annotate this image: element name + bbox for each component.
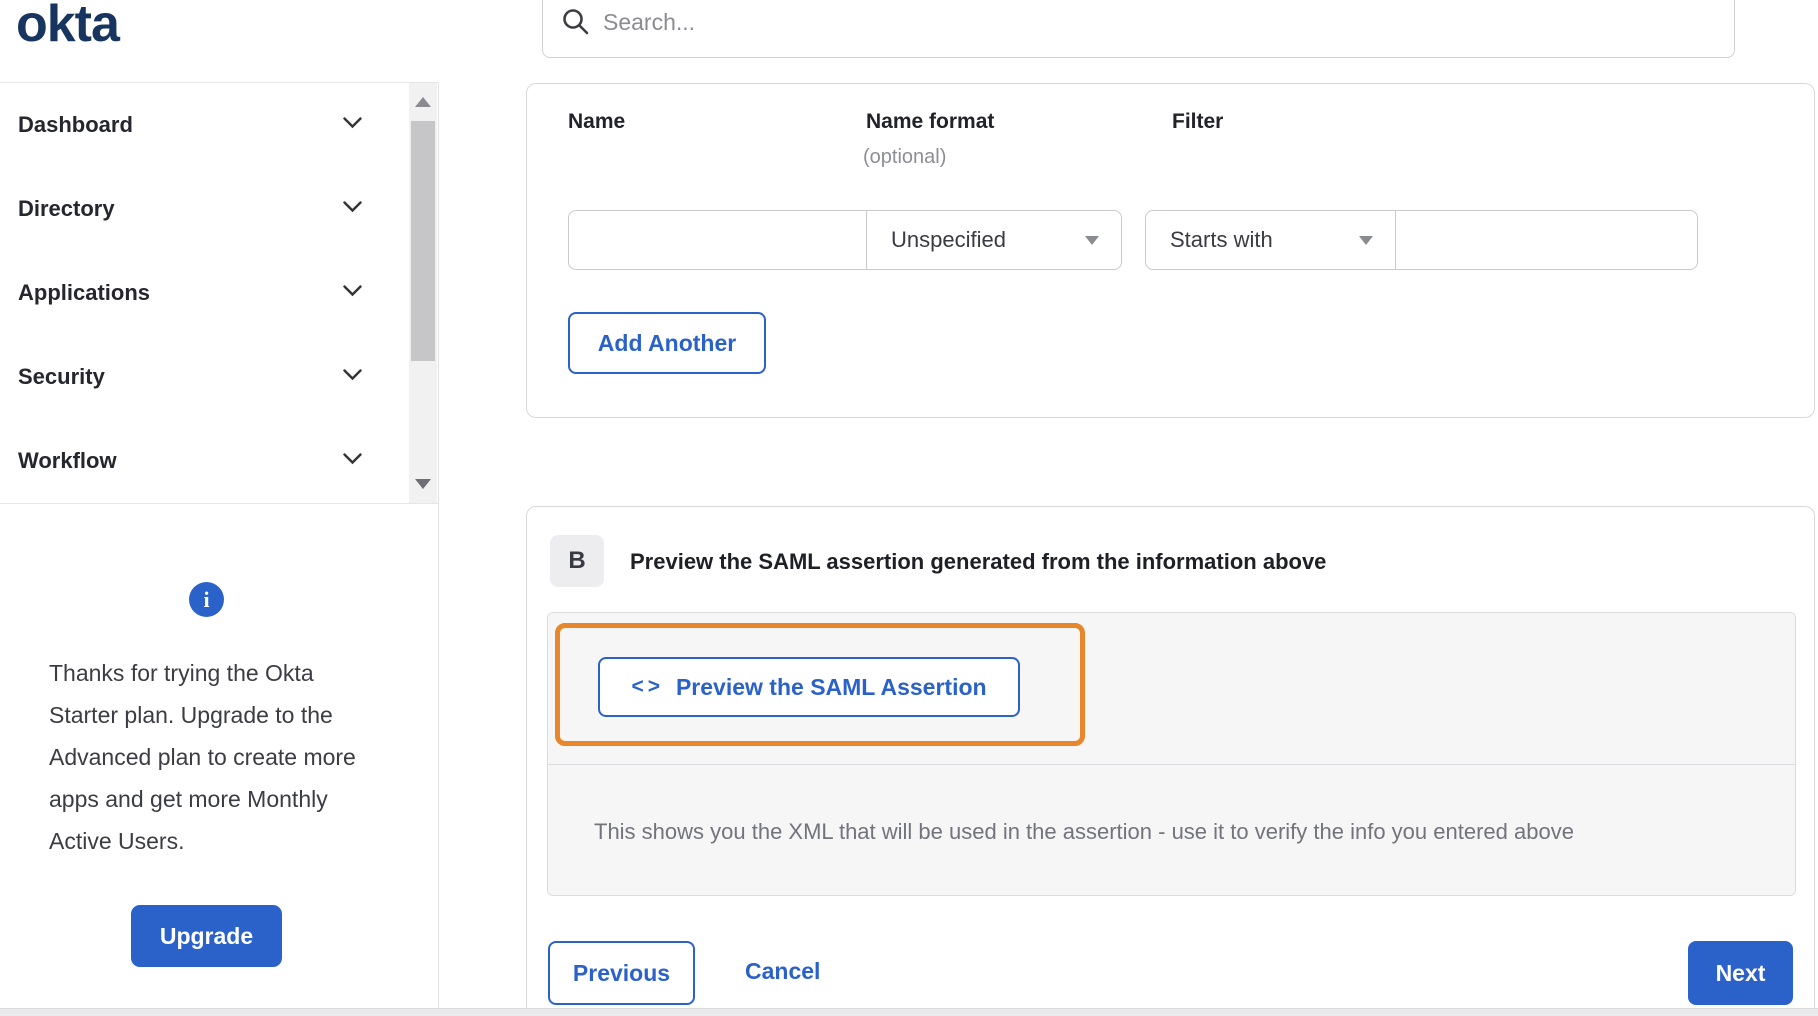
preview-panel: <> Preview the SAML Assertion This shows… [547, 612, 1796, 896]
name-format-select[interactable]: Unspecified [866, 210, 1122, 270]
sidebar-item-applications[interactable]: Applications [0, 251, 410, 335]
chevron-down-icon [343, 200, 362, 218]
chevron-down-icon [343, 284, 362, 302]
preview-panel-top: <> Preview the SAML Assertion [548, 613, 1795, 765]
scroll-up-icon[interactable] [409, 89, 437, 115]
sidebar-item-dashboard[interactable]: Dashboard [0, 83, 410, 167]
preview-panel-caption: This shows you the XML that will be used… [548, 766, 1795, 897]
attribute-statements-card: Name Name format (optional) Filter Unspe… [526, 83, 1815, 418]
preview-description: This shows you the XML that will be used… [594, 818, 1574, 844]
step-b-badge: B [550, 535, 604, 587]
name-format-column-label: Name format [866, 110, 995, 133]
scroll-down-icon[interactable] [409, 471, 437, 497]
sidebar-item-workflow[interactable]: Workflow [0, 419, 410, 503]
sidebar-nav: Dashboard Directory Applications Securit… [0, 82, 438, 504]
sidebar-item-security[interactable]: Security [0, 335, 410, 419]
previous-button[interactable]: Previous [548, 941, 695, 1005]
upgrade-button[interactable]: Upgrade [131, 905, 282, 967]
okta-logo: okta [16, 0, 120, 53]
page-bottom-edge [0, 1008, 1818, 1016]
select-caret-icon [1359, 235, 1373, 245]
info-icon: i [189, 582, 224, 617]
select-caret-icon [1085, 235, 1099, 245]
add-another-button[interactable]: Add Another [568, 312, 766, 374]
optional-label: (optional) [863, 146, 947, 168]
search-icon [561, 7, 591, 37]
filter-operator-select[interactable]: Starts with [1145, 210, 1395, 270]
code-icon: <> [631, 675, 664, 698]
sidebar-scrollbar[interactable] [409, 83, 437, 503]
filter-column-label: Filter [1172, 110, 1224, 133]
chevron-down-icon [343, 452, 362, 470]
global-search[interactable]: Search... [542, 0, 1735, 58]
tutorial-highlight-box: <> Preview the SAML Assertion [555, 623, 1085, 746]
attribute-name-input[interactable] [568, 210, 866, 270]
search-placeholder: Search... [603, 8, 696, 35]
scrollbar-thumb[interactable] [411, 121, 435, 361]
preview-saml-assertion-button[interactable]: <> Preview the SAML Assertion [598, 657, 1020, 717]
cancel-link[interactable]: Cancel [745, 958, 820, 985]
plan-promo-text: Thanks for trying the Okta Starter plan.… [49, 660, 356, 854]
saml-preview-card: B Preview the SAML assertion generated f… [526, 506, 1815, 1016]
name-column-label: Name [568, 110, 626, 133]
chevron-down-icon [343, 368, 362, 386]
filter-value-input[interactable] [1395, 210, 1698, 270]
preview-section-heading: Preview the SAML assertion generated fro… [630, 549, 1327, 574]
next-button[interactable]: Next [1688, 941, 1793, 1005]
sidebar-item-directory[interactable]: Directory [0, 167, 410, 251]
sidebar-divider [438, 82, 439, 1008]
chevron-down-icon [343, 116, 362, 134]
